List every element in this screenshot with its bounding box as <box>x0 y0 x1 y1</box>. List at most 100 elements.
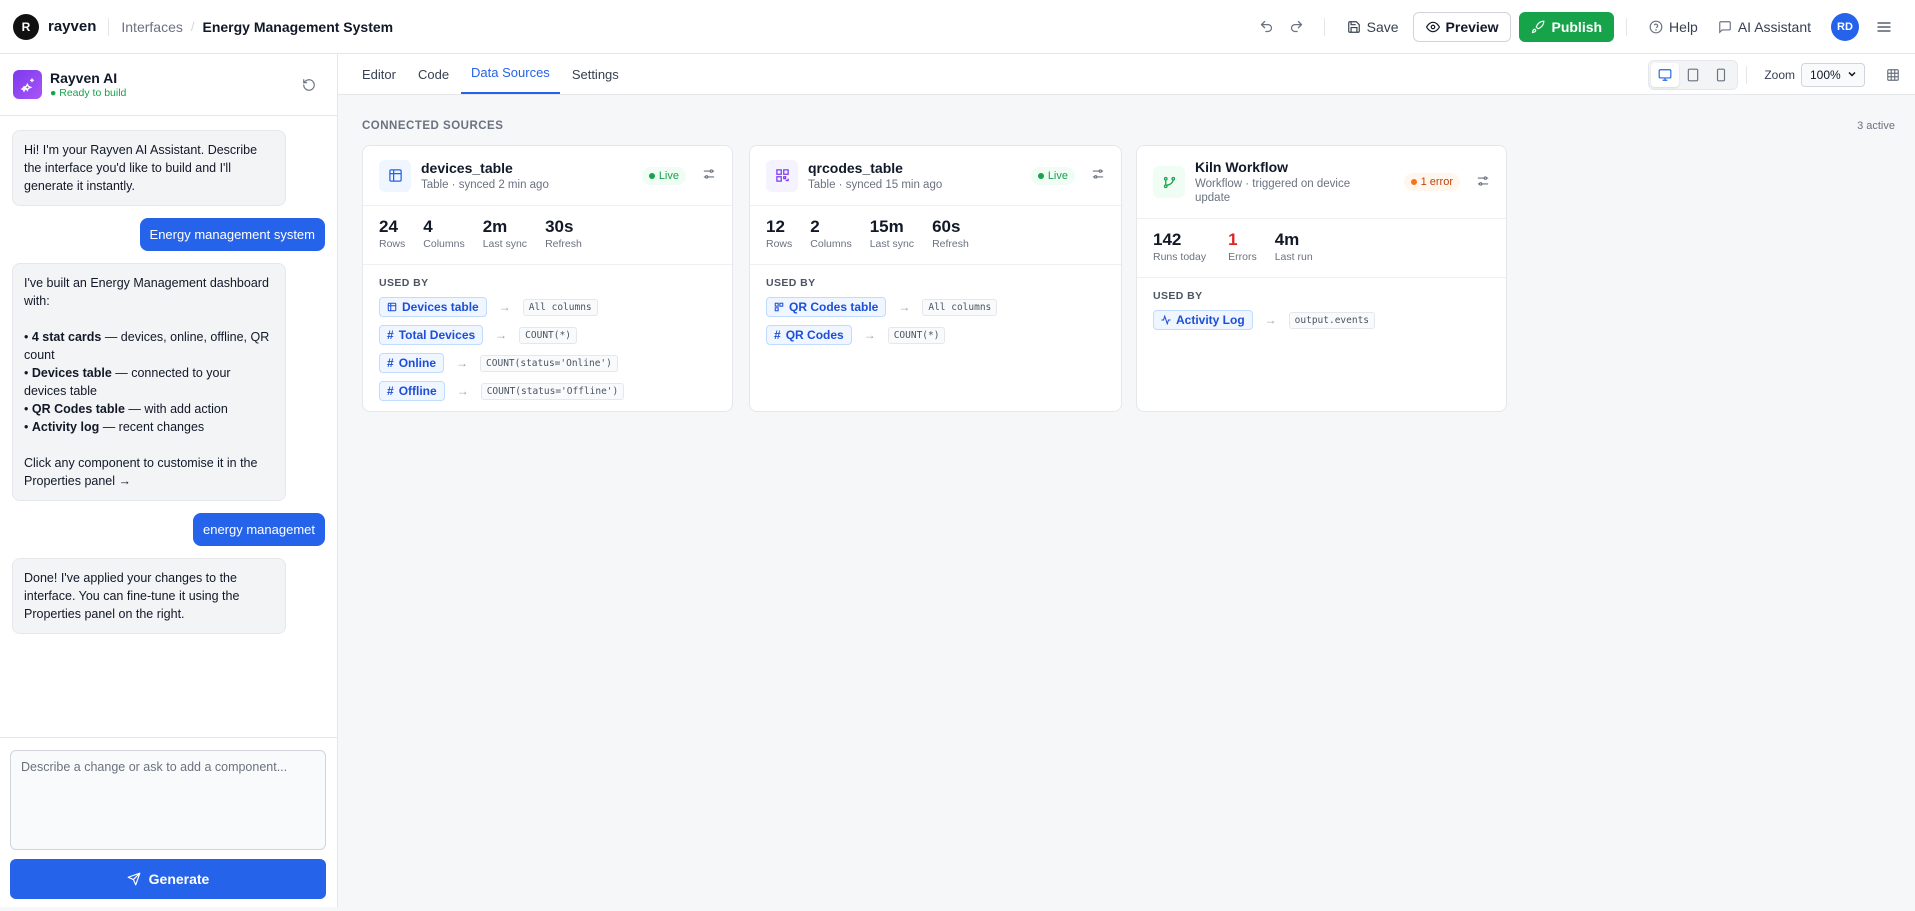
divider <box>1323 17 1325 36</box>
undo-icon <box>1261 20 1273 33</box>
ai-assistant-button[interactable]: AI Assistant <box>1708 19 1821 35</box>
source-name: qrcodes_table <box>808 159 903 176</box>
error-badge: 1 error <box>1403 173 1460 191</box>
table-icon <box>379 159 411 192</box>
help-button[interactable]: Help <box>1639 19 1708 35</box>
tablet-view-button[interactable] <box>1679 63 1707 87</box>
generate-button[interactable]: Generate <box>10 859 326 899</box>
source-subtitle: Table · synced 15 min ago <box>808 178 943 191</box>
eye-icon <box>1425 21 1440 32</box>
reset-chat-button[interactable] <box>294 70 324 100</box>
binding-expression: All columns <box>922 298 998 316</box>
ai-message-outro: Click any component to customise it in t… <box>24 456 258 488</box>
used-by-row: # Offline → COUNT(status='Offline') <box>379 381 716 401</box>
publish-label: Publish <box>1551 18 1603 35</box>
source-settings-button[interactable] <box>1091 167 1105 184</box>
source-settings-button[interactable] <box>702 167 716 184</box>
source-subtitle: Workflow · triggered on device update <box>1195 178 1351 204</box>
used-by-row: # Online → COUNT(status='Online') <box>379 353 716 373</box>
preview-button[interactable]: Preview <box>1412 11 1512 42</box>
ai-assistant-label: AI Assistant <box>1737 18 1811 35</box>
bullet-item: • QR Codes table — with add action <box>24 402 228 416</box>
sliders-icon <box>1477 175 1489 186</box>
arrow-right-icon: → <box>863 328 876 342</box>
publish-button[interactable]: Publish <box>1519 11 1615 42</box>
binding-expression: COUNT(*) <box>887 326 946 344</box>
bullet-item: • Activity log — recent changes <box>24 420 205 434</box>
card-header: qrcodes_table Table · synced 15 min ago … <box>750 146 1121 206</box>
table-icon <box>387 302 397 312</box>
ai-name: Rayven AI <box>50 70 118 86</box>
redo-button[interactable] <box>1282 12 1312 42</box>
desktop-view-button[interactable] <box>1651 63 1679 87</box>
prompt-input[interactable] <box>10 750 326 850</box>
grid-icon <box>1887 69 1899 81</box>
chat-thread: Hi! I'm your Rayven AI Assistant. Descri… <box>0 116 337 634</box>
section-title: CONNECTED SOURCES <box>362 120 504 132</box>
used-by-title: USED BY <box>1153 290 1203 302</box>
hamburger-icon <box>1877 21 1891 32</box>
source-card-kiln-workflow[interactable]: Kiln Workflow Workflow · triggered on de… <box>1136 145 1507 412</box>
tab-settings[interactable]: Settings <box>562 67 629 94</box>
used-by-row: # Total Devices → COUNT(*) <box>379 325 716 345</box>
ai-status: ● Ready to build <box>50 87 127 99</box>
used-by-title: USED BY <box>766 277 816 289</box>
chat-icon <box>1719 20 1731 34</box>
user-avatar[interactable]: RD <box>1831 12 1859 41</box>
mobile-view-button[interactable] <box>1707 63 1735 87</box>
ai-message-intro: I've built an Energy Management dashboar… <box>24 276 269 308</box>
stat-last-sync: 2m Last sync <box>482 217 528 250</box>
source-card-qrcodes[interactable]: qrcodes_table Table · synced 15 min ago … <box>749 145 1122 412</box>
redo-icon <box>1291 20 1303 33</box>
component-chip[interactable]: Devices table <box>379 297 487 317</box>
used-by-row: Activity Log → output.events <box>1153 310 1490 330</box>
tab-data-sources[interactable]: Data Sources <box>461 65 560 94</box>
undo-button[interactable] <box>1252 12 1282 42</box>
tab-code[interactable]: Code <box>408 67 459 94</box>
save-button[interactable]: Save <box>1337 19 1409 35</box>
qr-icon <box>766 159 798 192</box>
breadcrumb-interfaces[interactable]: Interfaces <box>121 19 182 35</box>
used-by-row: Devices table → All columns <box>379 297 716 317</box>
stat-runs-today: 142 Runs today <box>1153 230 1207 263</box>
used-by-section: USED BY QR Codes table → All columns # Q… <box>750 265 1121 365</box>
binding-expression: output.events <box>1288 311 1376 329</box>
generate-label: Generate <box>148 871 210 887</box>
menu-button[interactable] <box>1869 12 1899 42</box>
component-chip[interactable]: # QR Codes <box>766 325 852 345</box>
used-by-title: USED BY <box>379 277 429 289</box>
stat-last-run: 4m Last run <box>1274 230 1313 263</box>
chevron-down-icon <box>1846 68 1858 83</box>
component-chip[interactable]: Activity Log <box>1153 310 1253 330</box>
tab-editor[interactable]: Editor <box>352 67 406 94</box>
component-chip[interactable]: QR Codes table <box>766 297 887 317</box>
brand-logo[interactable]: R <box>13 13 39 40</box>
workflow-icon <box>1153 166 1185 198</box>
main-area: Editor Code Data Sources Settings Zoom 1… <box>338 54 1915 907</box>
binding-expression: COUNT(*) <box>519 326 577 344</box>
brand-name[interactable]: rayven <box>48 18 96 35</box>
ai-message: Hi! I'm your Rayven AI Assistant. Descri… <box>12 130 286 206</box>
bullet-item: • 4 stat cards — devices, online, offlin… <box>24 330 270 362</box>
preview-label: Preview <box>1445 18 1499 35</box>
component-chip[interactable]: # Total Devices <box>379 325 484 345</box>
zoom-label: Zoom <box>1764 68 1795 82</box>
stat-columns: 2 Columns <box>810 217 852 250</box>
stat-rows: 12 Rows <box>766 217 793 250</box>
ai-message: I've built an Energy Management dashboar… <box>12 263 286 501</box>
grid-toggle-button[interactable] <box>1883 65 1903 85</box>
page-title: Energy Management System <box>202 18 394 35</box>
zoom-select[interactable]: 100% <box>1801 63 1865 87</box>
component-chip[interactable]: # Online <box>379 353 445 373</box>
stat-last-sync: 15m Last sync <box>869 217 915 250</box>
component-chip[interactable]: # Offline <box>379 381 445 401</box>
help-label: Help <box>1669 18 1698 35</box>
source-card-devices[interactable]: devices_table Table · synced 2 min ago L… <box>362 145 733 412</box>
refresh-icon <box>303 78 315 91</box>
device-preview-toggle <box>1648 60 1738 90</box>
arrow-right-icon: → <box>898 300 911 314</box>
ai-logo <box>13 70 42 99</box>
source-subtitle: Table · synced 2 min ago <box>421 178 549 191</box>
active-count: 3 active <box>1857 120 1895 132</box>
source-settings-button[interactable] <box>1476 174 1490 191</box>
